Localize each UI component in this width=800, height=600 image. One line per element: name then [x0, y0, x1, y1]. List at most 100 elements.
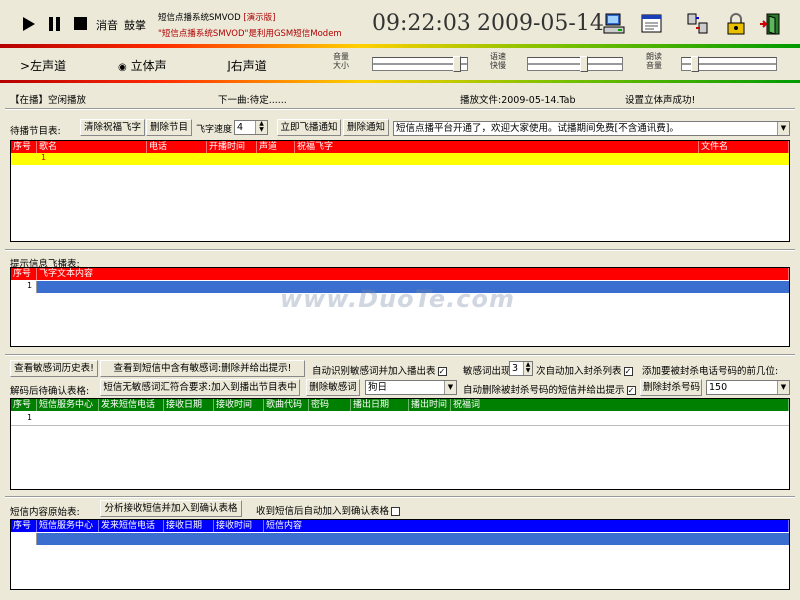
confirm-table[interactable]: 序号 短信服务中心 发来短信电话 接收日期 接收时间 歌曲代码 密码 播出日期 播出时间 祝福词 … — [10, 398, 790, 490]
delete-number-button[interactable]: 删除封杀号码 — [640, 379, 702, 396]
divider — [5, 496, 795, 498]
row-number: 1 — [41, 153, 47, 162]
column-header[interactable]: 接收日期 — [164, 520, 214, 532]
applause-button[interactable]: 鼓掌 — [124, 17, 146, 33]
spinner-arrows-icon[interactable]: ▲ ▼ — [255, 121, 267, 134]
column-header[interactable]: 密码 — [309, 399, 351, 411]
auto-delete-label[interactable]: 自动删除被封杀号码的短信并给出提示 ✓ — [463, 382, 636, 396]
column-header[interactable]: 文件名 — [699, 141, 789, 153]
channel-stereo-label: 立体声 — [130, 59, 167, 73]
auto-add-label[interactable]: 收到短信后自动加入到确认表格 — [256, 503, 401, 517]
table-row[interactable]: 1 — [11, 412, 789, 426]
auto-blacklist-checkbox[interactable]: ✓ — [623, 367, 633, 376]
channel-stereo[interactable]: ◉ 立体声 — [118, 57, 167, 74]
speed-level-label: 飞字速度 — [196, 125, 233, 135]
delete-sensitive-button[interactable]: 删除敏感词 — [306, 379, 360, 396]
row-number: 1 — [27, 281, 33, 290]
channel-right[interactable]: ⌋右声道 — [226, 57, 267, 74]
notice-dropdown[interactable]: 短信点播平台开通了，欢迎大家使用。试播期间免费[不含通讯费]。 ▼ — [393, 121, 790, 136]
raw-table[interactable]: 序号 短信服务中心 发来短信电话 接收日期 接收时间 短信内容 — [10, 519, 790, 590]
column-header[interactable]: 电话 — [147, 141, 207, 153]
count-label: 敏感词出现 — [463, 366, 511, 377]
column-header[interactable]: 接收时间 — [214, 520, 264, 532]
spinner-arrows-icon[interactable]: ▲ ▼ — [523, 362, 532, 375]
read-volume-slider[interactable] — [681, 56, 777, 72]
auto-detect-checkbox[interactable]: ✓ — [437, 367, 447, 376]
count-suffix-label[interactable]: 次自动加入封杀列表 ✓ — [536, 363, 633, 377]
table-row[interactable] — [11, 533, 789, 545]
stop-icon[interactable] — [74, 17, 87, 30]
history-button[interactable]: 查看敏感词历史表! — [10, 360, 98, 377]
speed-slider[interactable] — [527, 56, 623, 72]
now-playing: 【在播】空闲播放 — [10, 95, 87, 106]
mute-button[interactable]: 消音 — [96, 17, 118, 33]
speed-level-spinner[interactable]: 4 ▲ ▼ — [234, 120, 268, 135]
row-number-cell — [11, 533, 37, 545]
channel-divider — [0, 80, 800, 83]
column-header[interactable]: 歌名 — [37, 141, 147, 153]
count-spinner[interactable]: 3 ▲ ▼ — [509, 361, 533, 376]
lock-icon[interactable] — [724, 12, 748, 36]
read-volume-thumb[interactable] — [691, 56, 699, 72]
row-number: 1 — [27, 413, 33, 422]
number-prefix-dropdown[interactable]: 150 ▼ — [706, 380, 790, 395]
divider — [5, 249, 795, 251]
prefix-label: 添加要被封杀电话号码的前几位: — [642, 366, 779, 377]
delete-program-button[interactable]: 删除节目 — [146, 119, 192, 136]
column-header[interactable]: 开播时间 — [207, 141, 257, 153]
column-header[interactable]: 飞字文本内容 — [37, 268, 789, 280]
chevron-down-icon[interactable]: ▼ — [777, 122, 789, 135]
delete-notify-button[interactable]: 删除通知 — [343, 119, 389, 136]
column-header[interactable]: 发来短信电话 — [99, 520, 164, 532]
demo-badge: [演示版] — [243, 13, 276, 23]
table-row[interactable]: 1 — [11, 153, 789, 165]
window-icon[interactable] — [640, 12, 664, 36]
analyze-button[interactable]: 分析接收短信并加入到确认表格 — [100, 500, 242, 517]
check-sensitive-button[interactable]: 查看到短信中含有敏感词:删除并给出提示! — [100, 360, 305, 377]
exit-icon[interactable] — [758, 12, 782, 36]
clock-date: 2009-05-14 — [477, 11, 604, 36]
column-header[interactable]: 播出时间 — [409, 399, 451, 411]
channel-left[interactable]: >左声道 — [20, 57, 66, 74]
column-header[interactable]: 祝福词 — [451, 399, 789, 411]
sensitive-word-dropdown[interactable]: 狗日 ▼ — [365, 380, 457, 395]
auto-delete-checkbox[interactable]: ✓ — [626, 386, 636, 395]
column-header[interactable]: 祝福飞字 — [295, 141, 699, 153]
count-value: 3 — [512, 363, 519, 374]
watermark: www.DuoTe.com — [280, 285, 515, 313]
notify-now-button[interactable]: 立即飞播通知 — [277, 119, 341, 136]
column-header[interactable]: 短信服务中心 — [37, 520, 99, 532]
speed-thumb[interactable] — [580, 56, 588, 72]
transfer-icon[interactable] — [686, 12, 710, 36]
column-header[interactable]: 发来短信电话 — [99, 399, 164, 411]
column-header[interactable]: 声道 — [257, 141, 295, 153]
column-header[interactable]: 播出日期 — [351, 399, 409, 411]
column-header[interactable]: 短信服务中心 — [37, 399, 99, 411]
volume-thumb[interactable] — [453, 56, 461, 72]
column-header[interactable]: 序号 — [11, 268, 37, 280]
column-header[interactable]: 序号 — [11, 399, 37, 411]
pending-table[interactable]: 序号 歌名 电话 开播时间 声道 祝福飞字 文件名 1 — [10, 140, 790, 242]
chevron-down-icon[interactable]: ▼ — [777, 381, 789, 394]
clock-time: 09:22:03 — [372, 11, 471, 36]
column-header[interactable]: 接收时间 — [214, 399, 264, 411]
column-header[interactable]: 序号 — [11, 520, 37, 532]
auto-add-text: 收到短信后自动加入到确认表格 — [256, 506, 390, 517]
clear-blessing-button[interactable]: 清除祝福飞字 — [80, 119, 145, 136]
chevron-down-icon[interactable]: ▼ — [444, 381, 456, 394]
add-to-program-button[interactable]: 短信无敏感词汇符合要求:加入到播出节目表中 — [100, 379, 300, 396]
speed-label: 语速 快慢 — [490, 52, 506, 70]
pending-label: 待播节目表: — [10, 126, 61, 137]
column-header[interactable]: 接收日期 — [164, 399, 214, 411]
computer-icon[interactable] — [603, 12, 627, 36]
pause-icon[interactable] — [48, 17, 62, 31]
play-file: 播放文件:2009-05-14.Tab — [460, 95, 576, 106]
pending-table-header: 序号 歌名 电话 开播时间 声道 祝福飞字 文件名 — [11, 141, 789, 153]
column-header[interactable]: 序号 — [11, 141, 37, 153]
column-header[interactable]: 短信内容 — [264, 520, 789, 532]
volume-slider[interactable] — [372, 56, 468, 72]
auto-detect-label[interactable]: 自动识别敏感词并加入播出表 ✓ — [312, 363, 447, 377]
column-header[interactable]: 歌曲代码 — [264, 399, 309, 411]
play-icon[interactable] — [22, 16, 36, 32]
auto-add-checkbox[interactable] — [391, 507, 401, 516]
